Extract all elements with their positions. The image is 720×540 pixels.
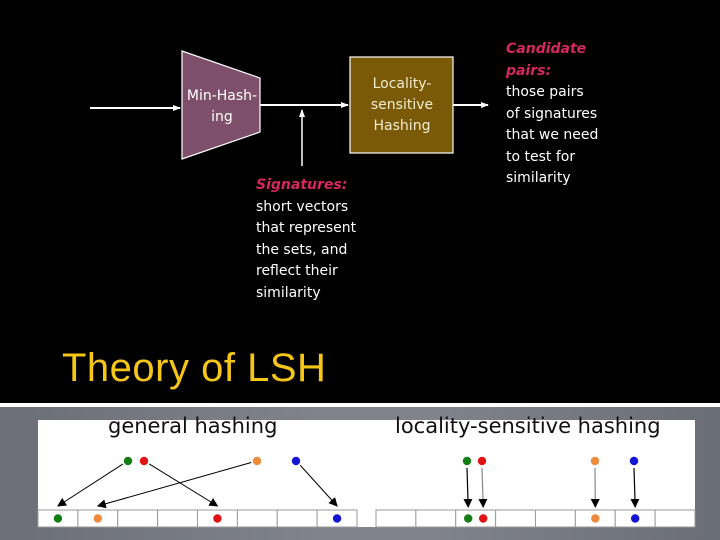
item-dot-blue	[629, 456, 639, 466]
bucket-dot-blue	[332, 514, 342, 523]
hash-bucket	[495, 509, 536, 528]
hash-bucket	[236, 509, 278, 528]
hashing-comparison-graphic	[37, 456, 696, 528]
item-dot-green	[462, 456, 472, 466]
hash-bucket	[157, 509, 198, 528]
hash-bucket	[375, 509, 417, 528]
item-dot-orange	[252, 456, 262, 466]
hash-bucket	[654, 509, 696, 528]
bucket-dot-green	[463, 514, 473, 523]
hash-arrow	[478, 467, 488, 508]
item-dot-red	[477, 456, 487, 466]
bucket-dot-red	[213, 514, 222, 523]
hash-arrow	[463, 467, 473, 508]
hash-arrow	[57, 463, 124, 507]
bucket-dot-orange	[93, 514, 103, 523]
bucket-dot-green	[53, 514, 63, 523]
hash-bucket	[415, 509, 457, 528]
item-dot-orange	[590, 456, 600, 466]
hash-arrow	[96, 462, 252, 509]
item-dot-blue	[291, 456, 301, 466]
hash-bucket	[535, 509, 576, 528]
hash-arrow	[630, 467, 640, 508]
bucket-dot-blue	[630, 514, 640, 523]
hash-bucket	[117, 509, 159, 528]
hash-arrow	[299, 464, 338, 507]
hash-bucket	[276, 509, 318, 528]
item-dot-green	[123, 456, 133, 466]
bucket-dot-red	[478, 514, 488, 523]
item-dot-red	[139, 456, 149, 466]
hash-bucket	[455, 509, 497, 528]
bucket-dot-orange	[591, 514, 600, 523]
hash-arrow	[148, 463, 219, 507]
